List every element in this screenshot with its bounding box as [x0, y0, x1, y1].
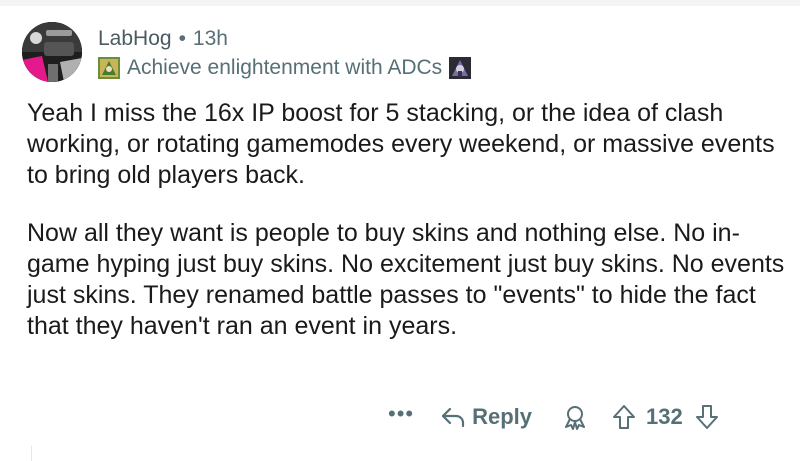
comment-body: Yeah I miss the 16x IP boost for 5 stack…: [27, 98, 787, 342]
award-icon: [565, 406, 586, 430]
comment-paragraph: Now all they want is people to buy skins…: [27, 219, 785, 340]
username[interactable]: LabHog: [98, 26, 172, 52]
flair-emoji-right-icon: [449, 57, 472, 79]
comment-paragraph: Yeah I miss the 16x IP boost for 5 stack…: [27, 99, 775, 189]
reply-label: Reply: [472, 404, 533, 429]
flair-text: Achieve enlightenment with ADCs: [127, 56, 443, 79]
top-divider: [0, 0, 800, 6]
comment: LabHog • 13h Achieve enlightenment with …: [0, 0, 800, 461]
upvote-button[interactable]: [612, 404, 636, 430]
avatar[interactable]: [22, 22, 82, 82]
award-button[interactable]: [562, 404, 588, 430]
thread-line[interactable]: [31, 446, 32, 461]
downvote-button[interactable]: [695, 404, 719, 430]
vote-count: 132: [646, 404, 683, 429]
reply-button[interactable]: Reply: [440, 404, 532, 430]
timestamp[interactable]: 13h: [193, 26, 228, 52]
comment-header: LabHog • 13h Achieve enlightenment with …: [98, 26, 778, 81]
comment-actions: ••• Reply 132: [388, 400, 719, 434]
vote-controls: 132: [612, 404, 719, 430]
user-avatar-icon: [22, 22, 82, 82]
downvote-arrow-icon: [695, 405, 718, 429]
user-flair: Achieve enlightenment with ADCs: [98, 55, 778, 81]
comment-meta: LabHog • 13h: [98, 26, 778, 52]
more-options-button[interactable]: •••: [388, 403, 414, 430]
meta-separator: •: [178, 27, 186, 50]
reply-arrow-icon: [442, 407, 465, 428]
upvote-arrow-icon: [613, 405, 636, 429]
flair-emoji-left-icon: [98, 57, 120, 79]
